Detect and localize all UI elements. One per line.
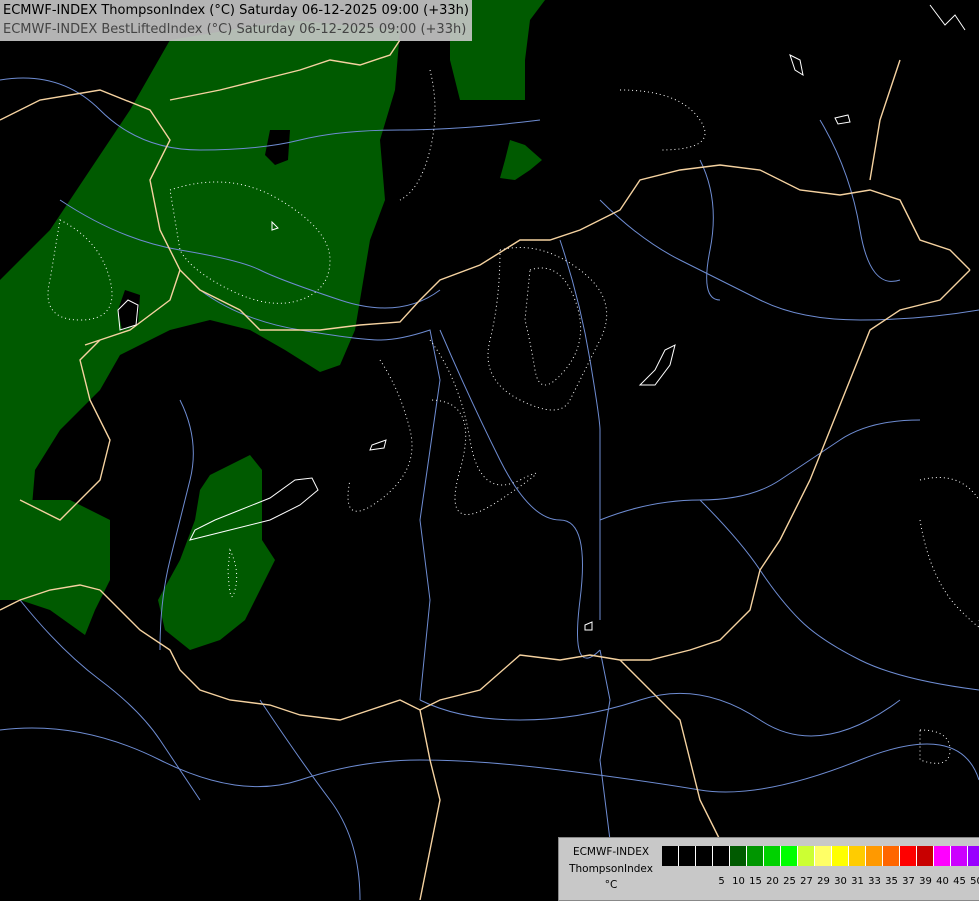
legend-swatch: [951, 846, 968, 866]
legend-swatch: [662, 846, 679, 866]
legend-swatch: [747, 846, 764, 866]
legend-tick-spacer: [679, 876, 696, 887]
legend-variable: ThompsonIndex: [569, 863, 653, 875]
legend-tick: 40: [936, 876, 949, 887]
legend-swatch: [866, 846, 883, 866]
legend-tick: 5: [718, 876, 725, 887]
legend-swatch: [730, 846, 747, 866]
legend-tick: 30: [834, 876, 847, 887]
legend-swatch: [679, 846, 696, 866]
legend-swatch: [934, 846, 951, 866]
legend-swatch: [917, 846, 934, 866]
legend-tick: 45: [953, 876, 966, 887]
legend-swatch: [883, 846, 900, 866]
legend-tick: 50: [970, 876, 979, 887]
legend-swatch: [713, 846, 730, 866]
color-legend: ECMWF-INDEX ThompsonIndex °C 5 10 15 20 25 27…: [558, 837, 979, 901]
legend-tick: 33: [868, 876, 881, 887]
legend-tick: 20: [766, 876, 779, 887]
forecast-map[interactable]: [0, 0, 979, 900]
legend-unit: °C: [604, 879, 618, 891]
legend-tick: 37: [902, 876, 915, 887]
legend-tick-spacer: [662, 876, 679, 887]
legend-model: ECMWF-INDEX: [572, 846, 650, 858]
map-title-box: ECMWF-INDEX ThompsonIndex (°C) Saturday …: [0, 0, 472, 41]
legend-tick: 25: [783, 876, 796, 887]
legend-swatches: [662, 846, 979, 866]
legend-tick: 39: [919, 876, 932, 887]
legend-swatch: [764, 846, 781, 866]
legend-tick: 35: [885, 876, 898, 887]
legend-swatch: [968, 846, 979, 866]
legend-tick: 31: [851, 876, 864, 887]
legend-swatch: [781, 846, 798, 866]
title-best-lifted-index: ECMWF-INDEX BestLiftedIndex (°C) Saturda…: [3, 22, 467, 37]
title-thompson-index: ECMWF-INDEX ThompsonIndex (°C) Saturday …: [3, 3, 469, 18]
legend-tick-spacer: [696, 876, 713, 887]
legend-swatch: [832, 846, 849, 866]
legend-ticks: 51015202527293031333537394045505560: [662, 876, 979, 887]
legend-swatch: [798, 846, 815, 866]
legend-tick: 10: [732, 876, 745, 887]
legend-tick: 15: [749, 876, 762, 887]
legend-tick: 27: [800, 876, 813, 887]
legend-swatch: [849, 846, 866, 866]
legend-swatch: [900, 846, 917, 866]
legend-swatch: [815, 846, 832, 866]
legend-tick: 29: [817, 876, 830, 887]
legend-swatch: [696, 846, 713, 866]
